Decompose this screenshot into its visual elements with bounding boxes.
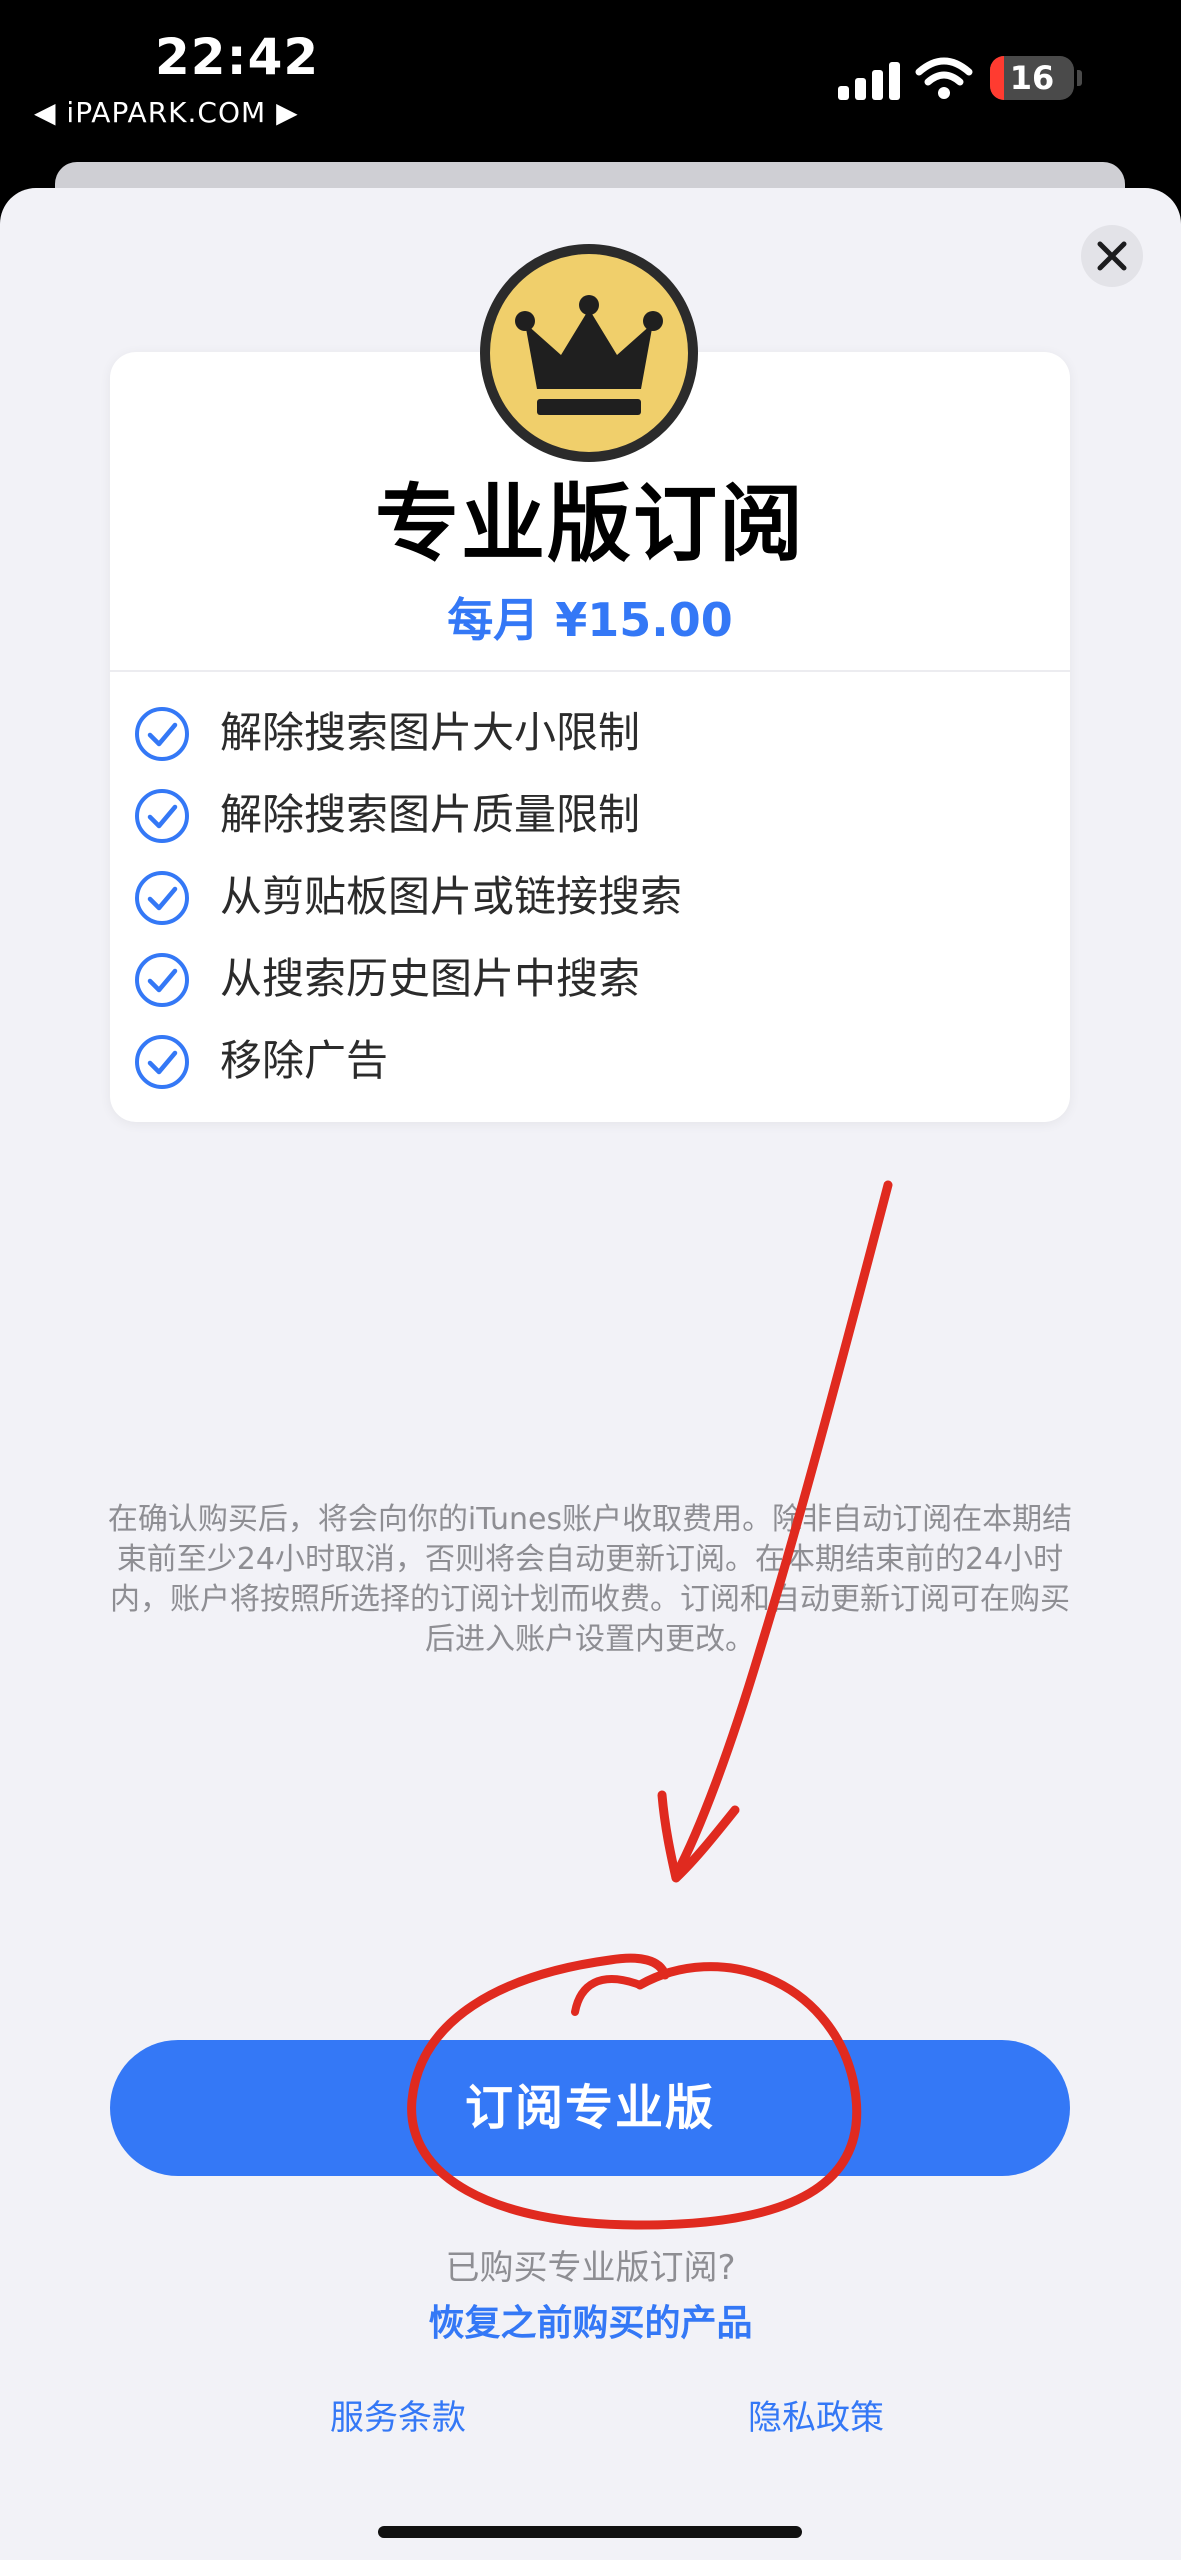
screen: 22:42 ◀ iPAPARK.COM ▶ 16 专业版订阅 每月 ¥15.00 bbox=[0, 0, 1181, 2560]
signal-icon bbox=[838, 62, 900, 100]
wifi-icon bbox=[915, 57, 973, 99]
subscription-price: 每月 ¥15.00 bbox=[447, 593, 733, 647]
feature-label: 从搜索历史图片中搜索 bbox=[220, 954, 641, 1003]
battery-icon: 16 bbox=[990, 56, 1074, 100]
subscription-title: 专业版订阅 bbox=[374, 475, 805, 573]
already-purchased-text: 已购买专业版订阅? bbox=[445, 2248, 736, 2288]
status-carrier: ◀ iPAPARK.COM ▶ bbox=[34, 96, 299, 129]
close-icon bbox=[1097, 241, 1127, 271]
feature-label: 移除广告 bbox=[220, 1036, 389, 1085]
feature-item: 从搜索历史图片中搜索 bbox=[110, 938, 1070, 1020]
feature-label: 解除搜索图片大小限制 bbox=[220, 708, 641, 757]
restore-purchases-link[interactable]: 恢复之前购买的产品 bbox=[0, 2294, 1181, 2346]
terms-of-service-link[interactable]: 服务条款 bbox=[330, 2390, 466, 2439]
feature-item: 解除搜索图片质量限制 bbox=[110, 774, 1070, 856]
status-bar: 22:42 ◀ iPAPARK.COM ▶ 16 bbox=[0, 0, 1181, 160]
privacy-policy-link[interactable]: 隐私政策 bbox=[748, 2390, 884, 2439]
status-time: 22:42 bbox=[155, 28, 320, 86]
feature-item: 解除搜索图片大小限制 bbox=[110, 692, 1070, 774]
subscription-disclaimer: 在确认购买后，将会向你的iTunes账户收取费用。除非自动订阅在本期结束前至少2… bbox=[107, 1502, 1073, 1657]
check-circle-icon bbox=[135, 789, 189, 843]
card-divider bbox=[110, 670, 1070, 672]
battery-nub bbox=[1077, 70, 1082, 86]
crown-icon bbox=[480, 244, 698, 462]
close-button[interactable] bbox=[1081, 225, 1143, 287]
feature-item: 移除广告 bbox=[110, 1020, 1070, 1102]
subscribe-button[interactable]: 订阅专业版 bbox=[110, 2040, 1070, 2176]
battery-level: 16 bbox=[1009, 59, 1055, 97]
home-indicator bbox=[378, 2526, 802, 2538]
check-circle-icon bbox=[135, 871, 189, 925]
check-circle-icon bbox=[135, 1035, 189, 1089]
feature-label: 从剪贴板图片或链接搜索 bbox=[220, 872, 683, 921]
subscription-card: 专业版订阅 每月 ¥15.00 解除搜索图片大小限制 解除搜索图片质量限制 从剪… bbox=[110, 352, 1070, 1122]
check-circle-icon bbox=[135, 953, 189, 1007]
feature-list: 解除搜索图片大小限制 解除搜索图片质量限制 从剪贴板图片或链接搜索 从搜索历史图… bbox=[110, 692, 1070, 1102]
feature-item: 从剪贴板图片或链接搜索 bbox=[110, 856, 1070, 938]
feature-label: 解除搜索图片质量限制 bbox=[220, 790, 641, 839]
check-circle-icon bbox=[135, 707, 189, 761]
